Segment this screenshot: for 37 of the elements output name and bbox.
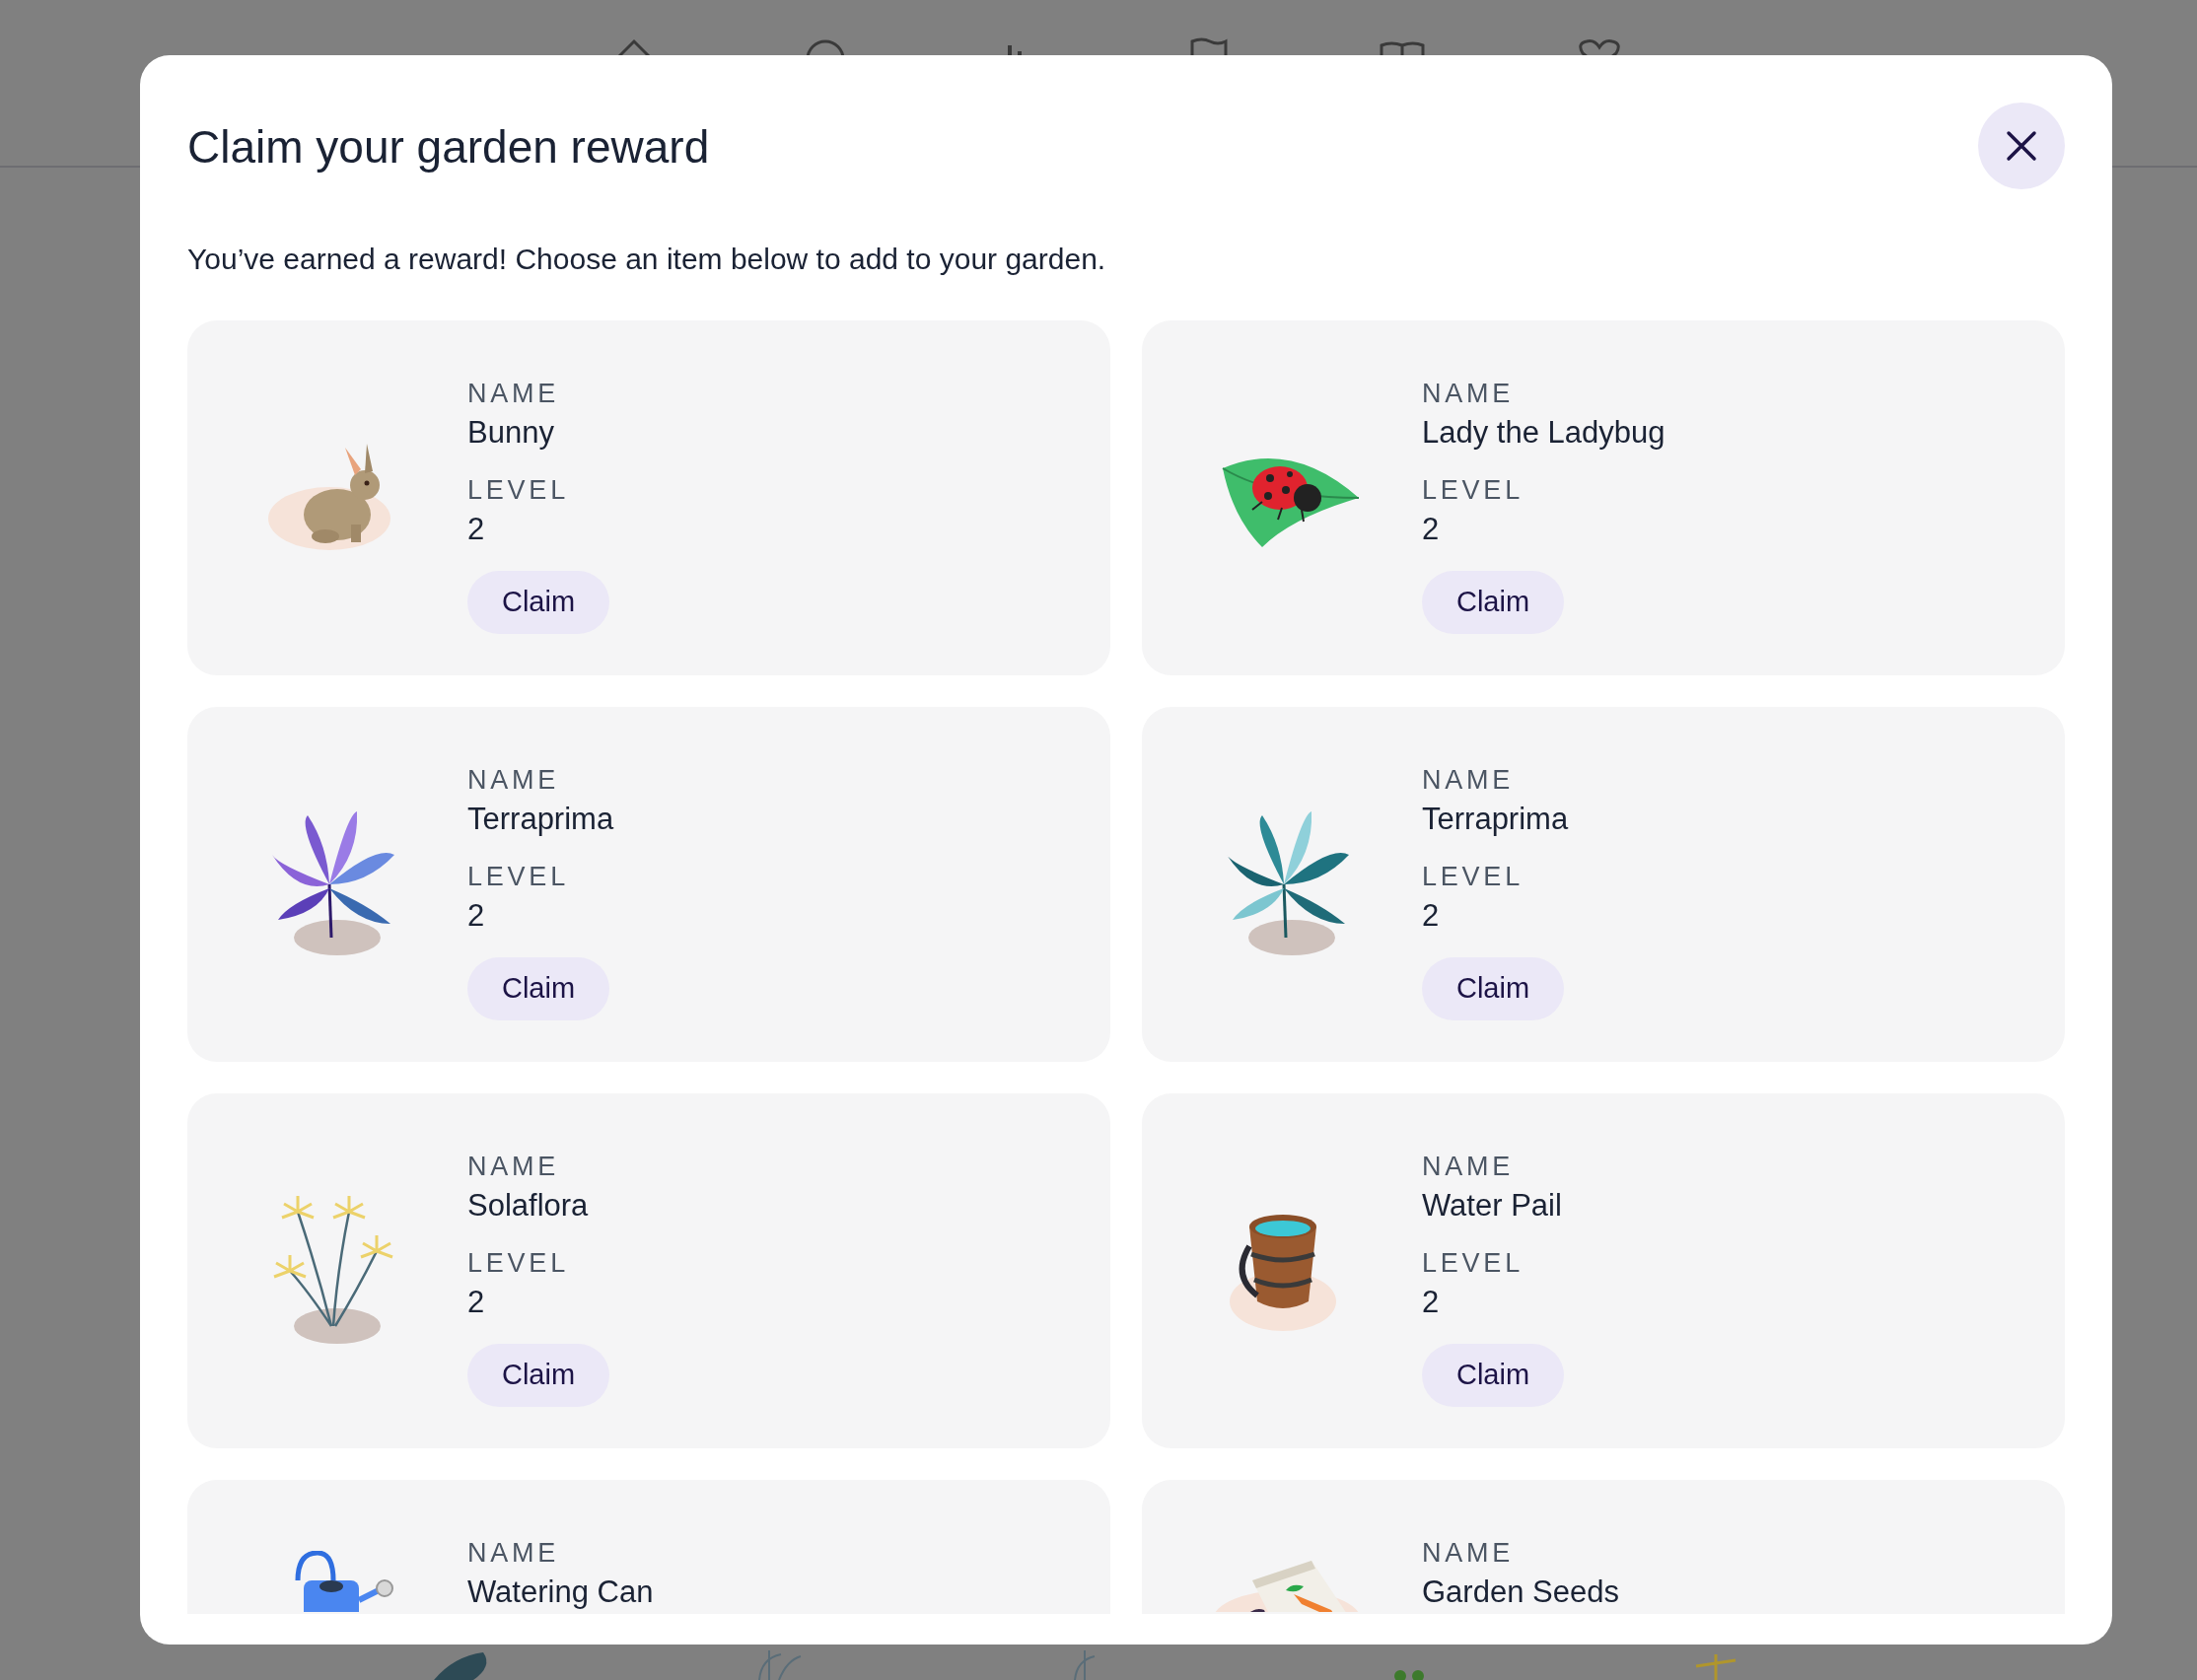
claim-button[interactable]: Claim (467, 571, 609, 634)
field-label: LEVEL (467, 861, 570, 893)
reward-name: Terraprima (467, 801, 614, 838)
claim-button[interactable]: Claim (467, 957, 609, 1020)
claim-button[interactable]: Claim (1422, 1344, 1564, 1407)
field-label: NAME (467, 378, 561, 410)
field-label: LEVEL (467, 1247, 570, 1280)
level-value: 2 (467, 511, 486, 548)
reward-name: Bunny (467, 414, 555, 452)
field-label: NAME (1422, 1537, 1516, 1570)
close-icon (2006, 130, 2037, 162)
field-label: LEVEL (467, 474, 570, 507)
dialog-description: You’ve earned a reward! Choose an item below to add to your garden. (187, 242, 1107, 277)
field-label: LEVEL (1422, 861, 1524, 893)
field-label: LEVEL (1422, 474, 1524, 507)
claim-button[interactable]: Claim (1422, 957, 1564, 1020)
reward-name: Water Pail (1422, 1187, 1563, 1225)
reward-name: Solaflora (467, 1187, 590, 1225)
level-value: 2 (1422, 1284, 1441, 1321)
field-label: NAME (467, 1537, 561, 1570)
level-value: 2 (467, 897, 486, 935)
claim-button[interactable]: Claim (1422, 571, 1564, 634)
field-label: NAME (467, 764, 561, 797)
dialog-title: Claim your garden reward (187, 120, 710, 175)
reward-name: Terraprima (1422, 801, 1569, 838)
level-value: 2 (1422, 897, 1441, 935)
claim-button[interactable]: Claim (467, 1344, 609, 1407)
reward-name: Watering Can (467, 1574, 654, 1611)
field-label: LEVEL (1422, 1247, 1524, 1280)
level-value: 2 (1422, 511, 1441, 548)
field-label: NAME (467, 1151, 561, 1183)
reward-name: Lady the Ladybug (1422, 414, 1665, 452)
field-label: NAME (1422, 764, 1516, 797)
level-value: 2 (467, 1284, 486, 1321)
field-label: NAME (1422, 378, 1516, 410)
reward-name: Garden Seeds (1422, 1574, 1619, 1611)
field-label: NAME (1422, 1151, 1516, 1183)
